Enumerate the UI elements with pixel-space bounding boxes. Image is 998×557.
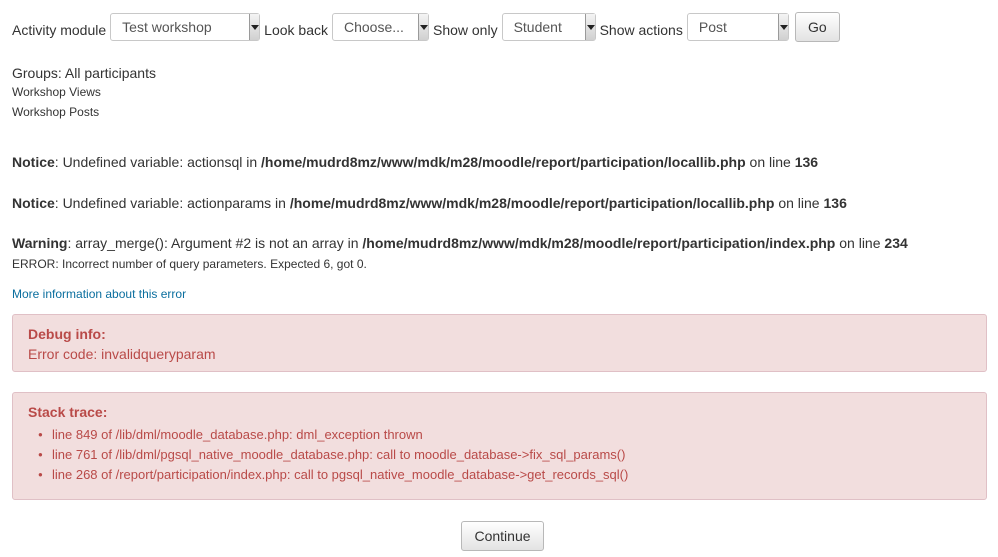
notice-file: /home/mudrd8mz/www/mdk/m28/moodle/report… — [362, 235, 836, 251]
debug-info-text: Error code: invalidqueryparam — [28, 346, 216, 362]
php-notice-actionsql: Notice: Undefined variable: actionsql in… — [12, 154, 818, 170]
notice-level: Notice — [12, 195, 55, 211]
stack-trace-item: line 268 of /report/participation/index.… — [28, 465, 971, 485]
stack-trace-item: line 761 of /lib/dml/pgsql_native_moodle… — [28, 445, 971, 465]
notice-message: : array_merge(): Argument #2 is not an a… — [67, 235, 363, 251]
notice-level: Notice — [12, 154, 55, 170]
chevron-down-icon — [777, 14, 788, 40]
notice-on-line: on line — [835, 235, 885, 251]
more-info-link[interactable]: More information about this error — [12, 287, 186, 301]
stack-trace-list: line 849 of /lib/dml/moodle_database.php… — [28, 425, 971, 485]
stack-trace-item: line 849 of /lib/dml/moodle_database.php… — [28, 425, 971, 445]
chevron-down-icon — [584, 14, 595, 40]
stack-trace-title: Stack trace: — [28, 404, 108, 420]
show-only-label: Show only — [432, 22, 498, 38]
debug-info-box: Debug info: Error code: invalidquerypara… — [12, 314, 987, 372]
notice-message: : Undefined variable: actionparams in — [54, 195, 290, 211]
debug-info-title: Debug info: — [28, 326, 106, 342]
php-notice-actionparams: Notice: Undefined variable: actionparams… — [12, 195, 847, 211]
notice-file: /home/mudrd8mz/www/mdk/m28/moodle/report… — [289, 195, 775, 211]
look-back-label: Look back — [264, 22, 328, 38]
error-message: ERROR: Incorrect number of query paramet… — [12, 257, 367, 271]
continue-button[interactable]: Continue — [461, 521, 544, 551]
look-back-select[interactable]: Choose... — [331, 13, 429, 41]
php-warning-array-merge: Warning: array_merge(): Argument #2 is n… — [12, 235, 908, 251]
chevron-down-icon — [417, 14, 428, 40]
workshop-views-link[interactable]: Workshop Views — [12, 85, 101, 99]
notice-message: : Undefined variable: actionsql in — [54, 154, 262, 170]
go-button[interactable]: Go — [794, 12, 840, 42]
show-actions-select[interactable]: Post — [686, 13, 789, 41]
notice-line-number: 136 — [823, 195, 847, 211]
notice-on-line: on line — [774, 195, 824, 211]
workshop-posts-link[interactable]: Workshop Posts — [12, 105, 99, 119]
notice-on-line: on line — [745, 154, 795, 170]
activity-module-select[interactable]: Test workshop — [110, 13, 261, 41]
show-actions-value: Post — [698, 19, 727, 35]
activity-module-value: Test workshop — [122, 19, 212, 35]
notice-line-number: 136 — [794, 154, 819, 170]
notice-file: /home/mudrd8mz/www/mdk/m28/moodle/report… — [261, 154, 746, 170]
notice-line-number: 234 — [884, 235, 908, 251]
filter-toolbar: Activity module Test workshop Look back … — [12, 12, 840, 42]
stack-trace-box: Stack trace: line 849 of /lib/dml/moodle… — [12, 392, 987, 500]
activity-module-label: Activity module — [12, 22, 107, 38]
chevron-down-icon — [249, 14, 260, 40]
notice-level: Warning — [12, 235, 68, 251]
show-actions-label: Show actions — [599, 22, 683, 38]
show-only-select[interactable]: Student — [501, 13, 596, 41]
groups-label: Groups: All participants — [12, 65, 156, 81]
look-back-value: Choose... — [343, 19, 404, 35]
show-only-value: Student — [513, 19, 562, 35]
